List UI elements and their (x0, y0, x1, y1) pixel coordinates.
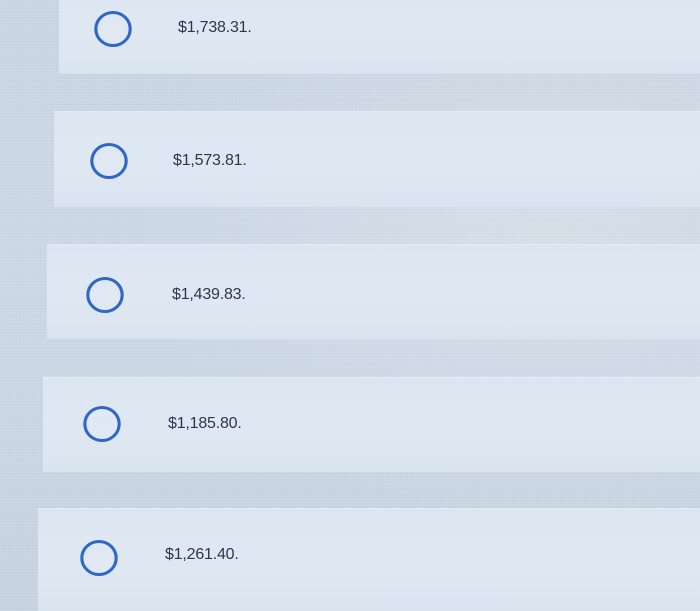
answer-option-label: $1,185.80. (168, 415, 242, 432)
answer-option-label: $1,439.83. (172, 286, 246, 303)
radio-button-icon[interactable] (90, 143, 128, 179)
answer-option-3[interactable]: $1,439.83. (47, 244, 700, 339)
answer-option-label: $1,738.31. (178, 19, 252, 36)
radio-button-icon[interactable] (80, 540, 118, 576)
radio-button-icon[interactable] (86, 277, 124, 313)
answer-option-label: $1,573.81. (173, 152, 247, 169)
answer-options-screen: $1,738.31. $1,573.81. $1,439.83. $1,185.… (0, 0, 700, 611)
answer-options-list: $1,738.31. $1,573.81. $1,439.83. $1,185.… (0, 0, 700, 611)
answer-option-4[interactable]: $1,185.80. (43, 377, 700, 472)
answer-option-5[interactable]: $1,261.40. (38, 508, 700, 611)
answer-option-1[interactable]: $1,738.31. (59, 0, 700, 74)
answer-option-label: $1,261.40. (165, 546, 239, 563)
radio-button-icon[interactable] (83, 406, 121, 442)
answer-option-2[interactable]: $1,573.81. (54, 111, 700, 207)
radio-button-icon[interactable] (94, 11, 132, 47)
